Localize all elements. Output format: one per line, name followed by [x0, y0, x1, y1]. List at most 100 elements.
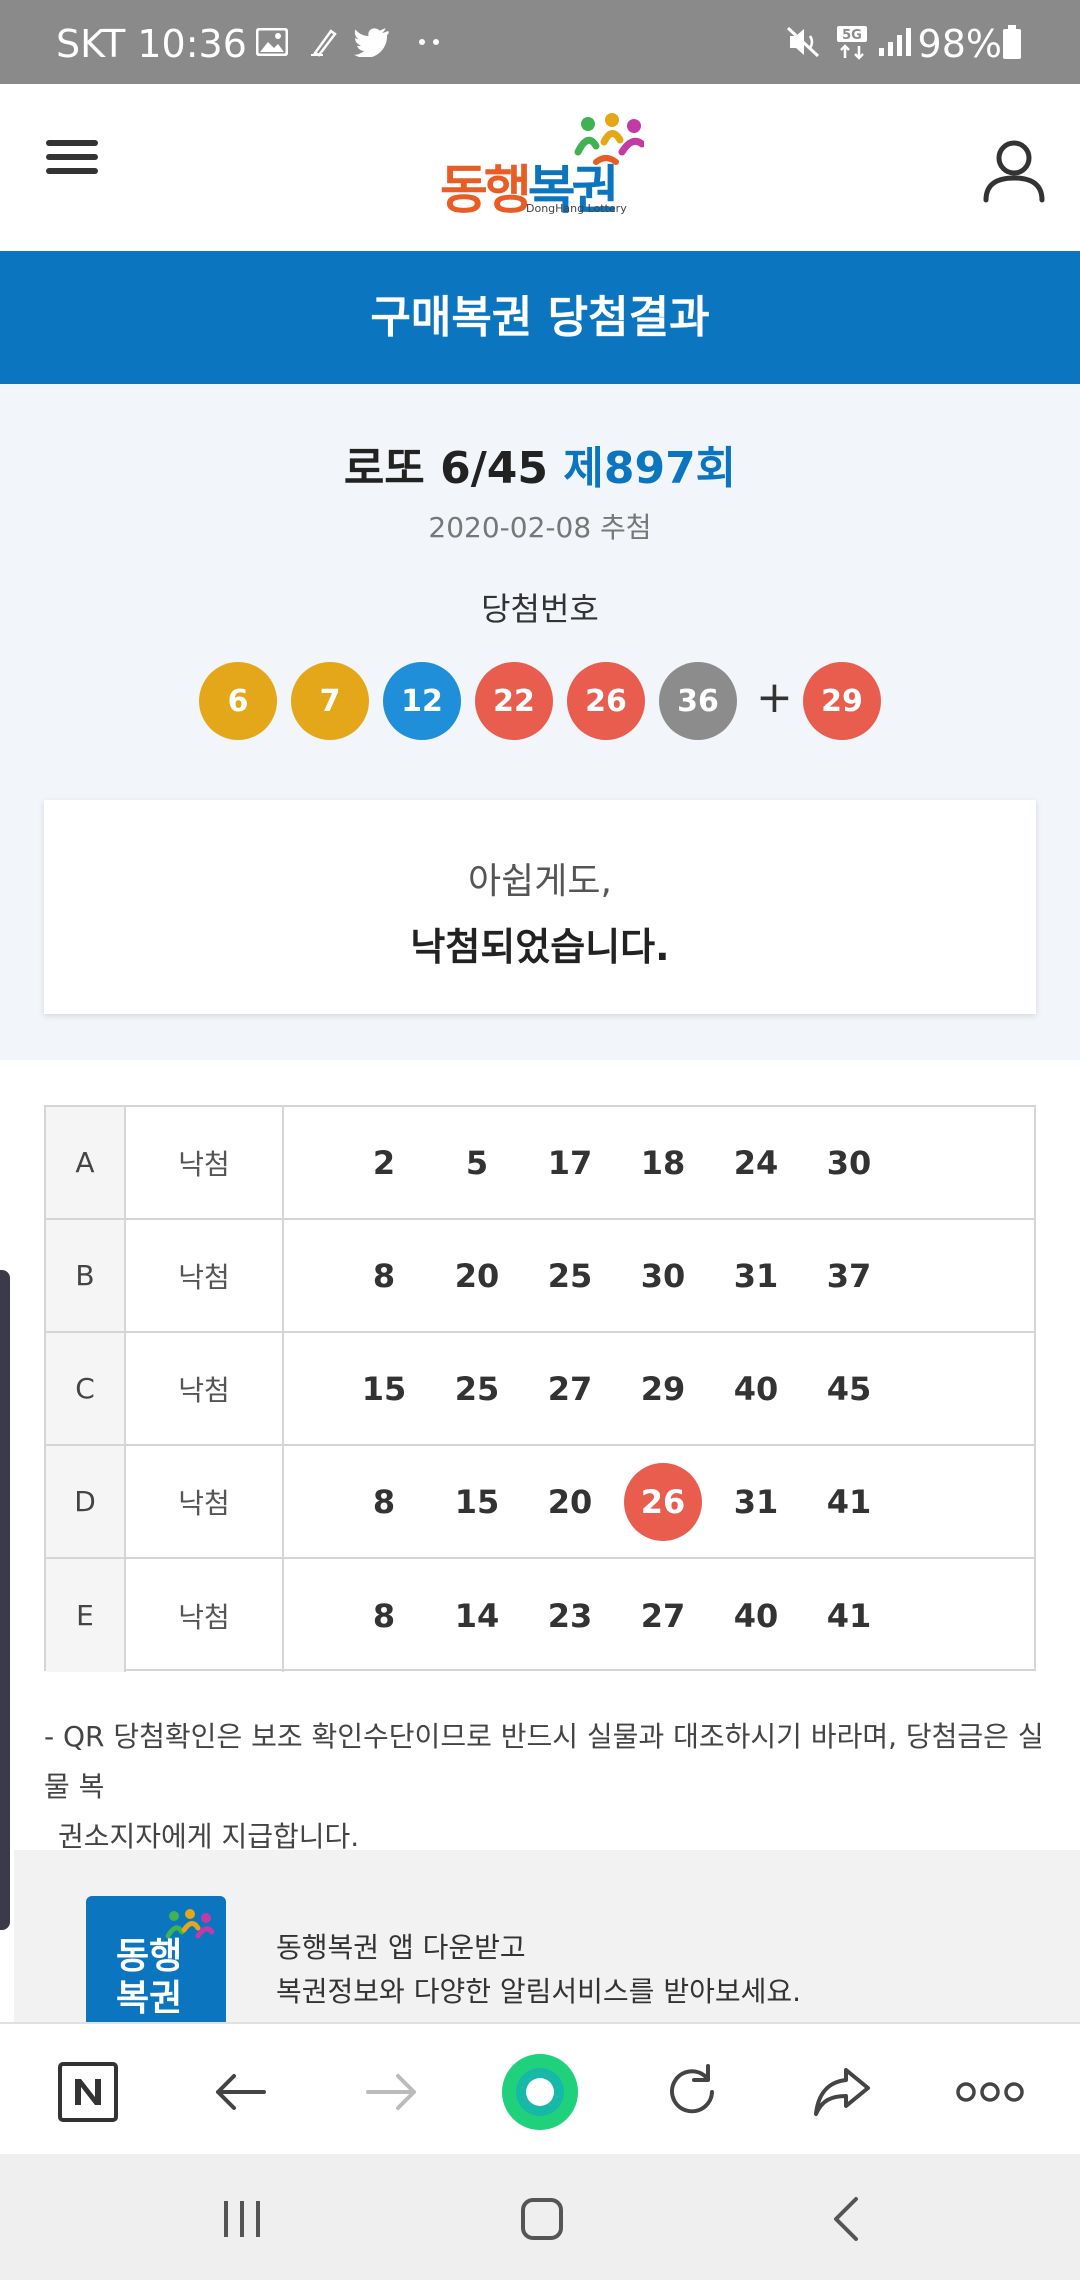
result-message-card: 아쉽게도, 낙첨되었습니다.	[44, 800, 1036, 1014]
message-line-2: 낙첨되었습니다.	[410, 925, 670, 969]
more-button[interactable]	[950, 2052, 1030, 2132]
green-dot-button[interactable]	[500, 2052, 580, 2132]
plus-sign: +	[756, 672, 793, 723]
winning-ball: 7	[291, 662, 369, 740]
game-number: 8	[372, 1256, 396, 1295]
game-name: 로또 6/45	[343, 443, 549, 494]
game-number: 23	[547, 1596, 593, 1635]
logo-subtitle: DongHang Lottery	[526, 202, 627, 215]
carrier-time: SKT 10:36	[56, 22, 247, 66]
game-number: 5	[465, 1143, 489, 1182]
donghang-logo[interactable]: 동행복권 DongHang Lottery	[440, 112, 644, 222]
refresh-button[interactable]	[652, 2052, 732, 2132]
winning-ball: 22	[475, 662, 553, 740]
game-row: B 낙첨 8 20 25 30 31 37	[46, 1220, 1034, 1333]
game-row: A 낙첨 2 5 17 18 24 30	[46, 1107, 1034, 1220]
recent-apps-button[interactable]	[202, 2184, 282, 2254]
draw-title: 로또 6/45 제897회	[0, 432, 1080, 496]
refresh-icon	[670, 2064, 714, 2114]
home-icon	[521, 2198, 563, 2240]
message-line-1: 아쉽게도,	[468, 861, 612, 902]
user-account-button[interactable]	[978, 134, 1050, 206]
system-navigation-bar	[0, 2154, 1080, 2280]
forward-arrow-icon	[366, 2074, 416, 2110]
winning-ball: 12	[383, 662, 461, 740]
bonus-ball: 29	[803, 662, 881, 740]
winning-numbers-label: 당첨번호	[481, 590, 599, 628]
app-icon[interactable]: 동행 복권	[86, 1896, 226, 2036]
share-icon	[814, 2068, 870, 2116]
user-icon	[983, 140, 1045, 203]
app-promo-banner[interactable]: 동행 복권 동행복권 앱 다운받고 복권정보와 다양한 알림서비스를 받아보세요…	[14, 1850, 1080, 2036]
game-key: E	[46, 1559, 126, 1672]
promo-text: 동행복권 앱 다운받고 복권정보와 다양한 알림서비스를 받아보세요.	[276, 1926, 801, 2014]
game-result: 낙첨	[126, 1333, 284, 1444]
battery-percent: 98%	[917, 22, 1002, 66]
green-dot-icon	[502, 2054, 578, 2130]
menu-line	[46, 154, 98, 160]
menu-line	[46, 140, 98, 146]
game-number: 37	[826, 1256, 872, 1295]
game-number: 25	[454, 1369, 500, 1408]
game-number: 20	[547, 1482, 593, 1521]
back-nav-button[interactable]	[806, 2184, 886, 2254]
game-number: 20	[454, 1256, 500, 1295]
game-number: 18	[640, 1143, 686, 1182]
winning-ball: 6	[199, 662, 277, 740]
game-number: 30	[826, 1143, 872, 1182]
game-key: A	[46, 1107, 126, 1218]
forward-button[interactable]	[352, 2052, 432, 2132]
game-row: C 낙첨 15 25 27 29 40 45	[46, 1333, 1034, 1446]
game-number: 40	[733, 1596, 779, 1635]
draw-result-section: 로또 6/45 제897회 2020-02-08 추첨 당첨번호 6 7 12 …	[0, 384, 1080, 1060]
game-number: 17	[547, 1143, 593, 1182]
game-key: D	[46, 1446, 126, 1557]
naver-home-icon	[58, 2062, 118, 2122]
signal-icon	[876, 24, 912, 60]
back-button[interactable]	[200, 2052, 280, 2132]
draw-date: 2020-02-08 추첨	[428, 511, 652, 544]
status-bar: SKT 10:36 5G 98%	[0, 0, 1080, 84]
matched-number-ball: 26	[624, 1462, 702, 1541]
game-number: 27	[547, 1369, 593, 1408]
notice-line-1: - QR 당첨확인은 보조 확인수단이므로 반드시 실물과 대조하시기 바라며,…	[44, 1720, 1044, 1803]
game-number: 41	[826, 1482, 872, 1521]
game-number: 15	[361, 1369, 407, 1408]
menu-line	[46, 168, 98, 174]
hamburger-menu-button[interactable]	[40, 132, 104, 192]
game-row: E 낙첨 8 14 23 27 40 41	[46, 1559, 1034, 1672]
promo-line-1: 동행복권 앱 다운받고	[276, 1931, 526, 1964]
game-number: 30	[640, 1256, 686, 1295]
more-icon	[956, 2082, 1024, 2102]
home-button[interactable]	[502, 2184, 582, 2254]
app-header: 동행복권 DongHang Lottery	[0, 84, 1080, 251]
app-icon-text: 동행 복권	[116, 1936, 183, 2019]
game-number: 15	[454, 1482, 500, 1521]
game-number: 25	[547, 1256, 593, 1295]
pen-icon	[306, 24, 342, 60]
matched-number: 26	[623, 1446, 703, 1557]
promo-line-2: 복권정보와 다양한 알림서비스를 받아보세요.	[276, 1975, 802, 2008]
mute-icon	[786, 24, 822, 60]
game-result: 낙첨	[126, 1446, 284, 1557]
recent-apps-icon	[224, 2201, 260, 2237]
game-number: 45	[826, 1369, 872, 1408]
game-result: 낙첨	[126, 1559, 284, 1672]
twitter-icon	[354, 24, 390, 60]
game-number: 41	[826, 1596, 872, 1635]
game-number: 8	[372, 1596, 396, 1635]
game-number: 27	[640, 1596, 686, 1635]
browser-toolbar	[0, 2022, 1080, 2156]
back-arrow-icon	[216, 2074, 266, 2110]
game-number: 2	[372, 1143, 396, 1182]
game-key: B	[46, 1220, 126, 1331]
5g-icon: 5G	[834, 24, 870, 60]
game-number: 24	[733, 1143, 779, 1182]
game-key: C	[46, 1333, 126, 1444]
naver-home-button[interactable]	[48, 2052, 128, 2132]
share-button[interactable]	[802, 2052, 882, 2132]
draw-round: 제897회	[563, 443, 737, 494]
gallery-icon	[254, 24, 290, 60]
edge-panel-handle[interactable]	[0, 1270, 10, 1930]
game-result: 낙첨	[126, 1220, 284, 1331]
